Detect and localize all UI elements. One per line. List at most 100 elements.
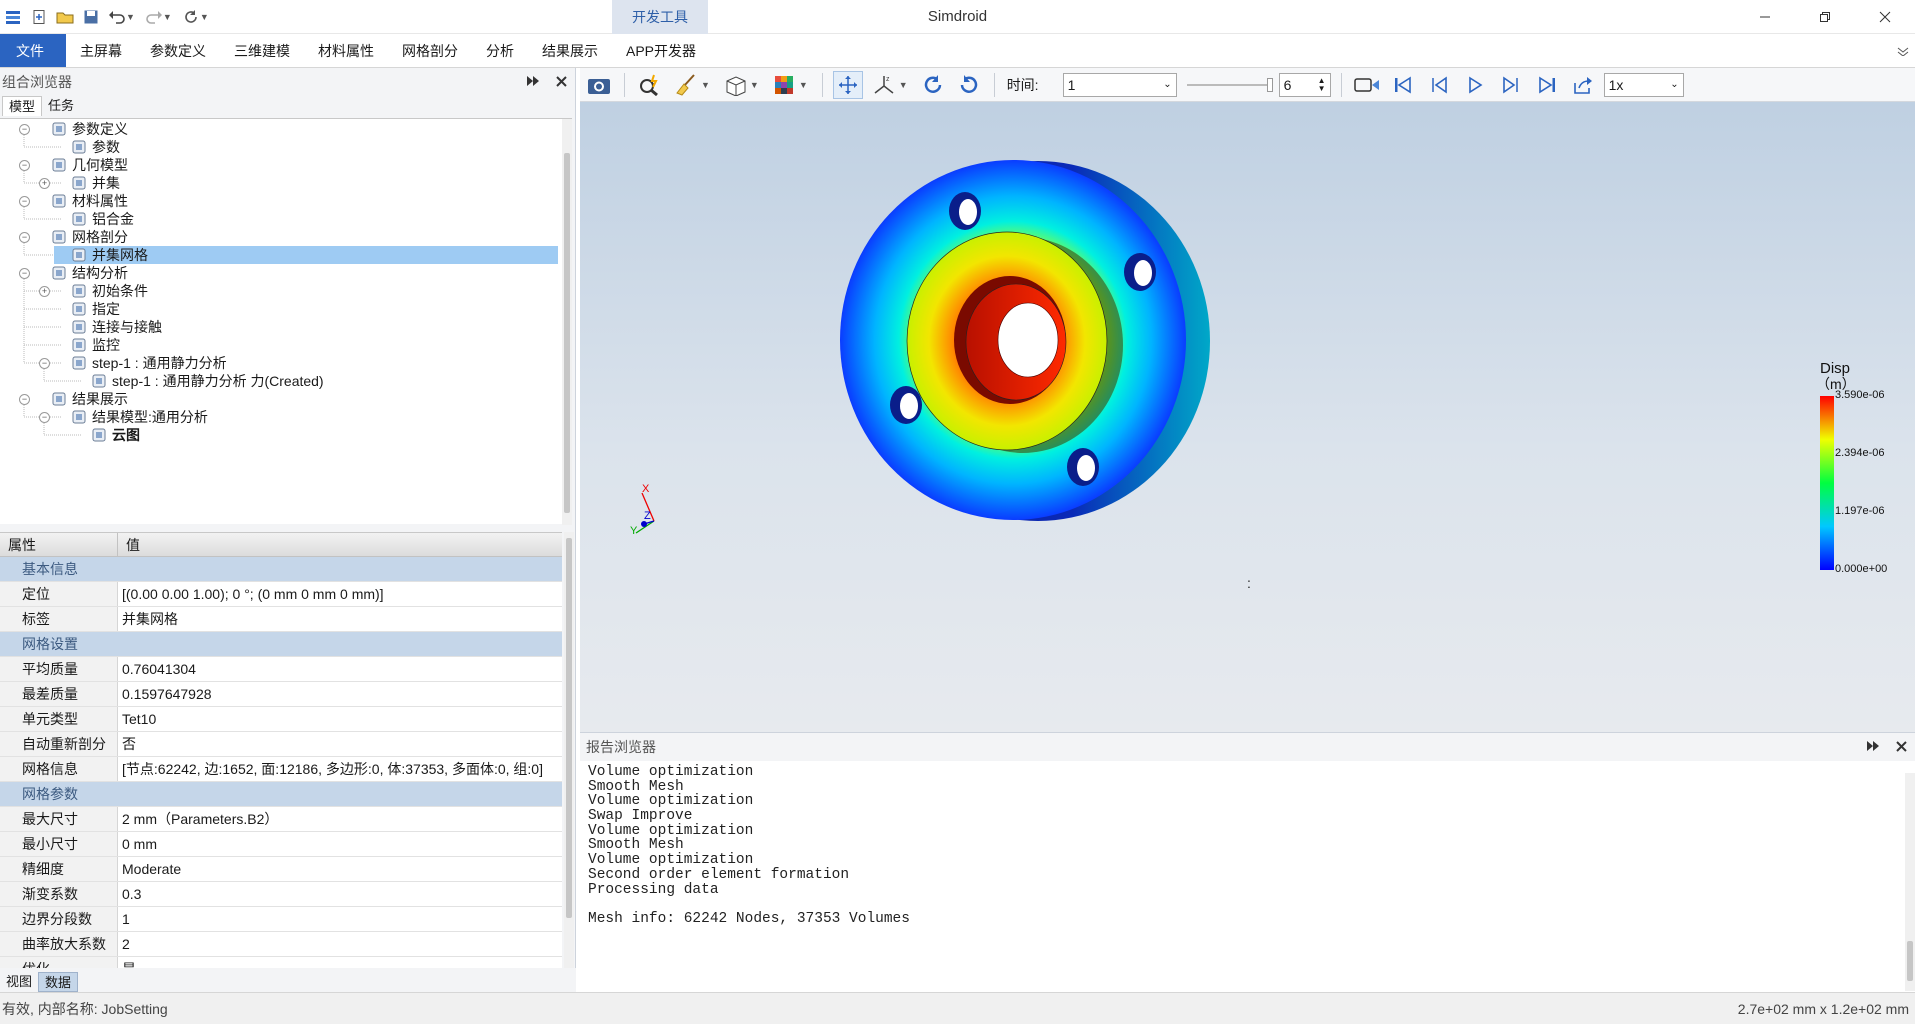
property-value[interactable]: 2 xyxy=(118,932,130,956)
close-icon[interactable] xyxy=(1855,0,1915,34)
minimize-icon[interactable] xyxy=(1735,0,1795,34)
property-value[interactable]: Moderate xyxy=(118,857,181,881)
rotate-cw-icon[interactable] xyxy=(918,71,948,99)
menu-3d-modeling[interactable]: 三维建模 xyxy=(220,34,304,67)
tab-view[interactable]: 视图 xyxy=(0,972,38,992)
menu-parameters[interactable]: 参数定义 xyxy=(136,34,220,67)
property-value[interactable]: [(0.00 0.00 1.00); 0 °; (0 mm 0 mm 0 mm)… xyxy=(118,582,384,606)
clear-dropdown-icon[interactable]: ▼ xyxy=(701,80,710,90)
undo-icon[interactable] xyxy=(106,6,128,28)
refresh-icon[interactable] xyxy=(180,6,202,28)
property-row[interactable]: ›网格信息[节点:62242, 边:1652, 面:12186, 多边形:0, … xyxy=(0,757,562,782)
rotate-ccw-icon[interactable] xyxy=(954,71,984,99)
next-frame-icon[interactable] xyxy=(1496,71,1526,99)
menu-analysis[interactable]: 分析 xyxy=(472,34,528,67)
restore-icon[interactable] xyxy=(1795,0,1855,34)
collapse-toggle-icon[interactable]: − xyxy=(19,123,30,135)
tab-model[interactable]: 模型 xyxy=(2,96,43,116)
view-dropdown-icon[interactable]: ▼ xyxy=(750,80,759,90)
property-row[interactable]: 优化是 xyxy=(0,957,562,968)
undo-dropdown-icon[interactable]: ▼ xyxy=(126,12,135,22)
property-value[interactable]: 0.3 xyxy=(118,882,141,906)
tree-item[interactable]: 并集网格 xyxy=(54,246,558,264)
tab-data[interactable]: 数据 xyxy=(38,972,79,992)
property-value[interactable]: [节点:62242, 边:1652, 面:12186, 多边形:0, 体:373… xyxy=(118,757,543,781)
property-row[interactable]: 标签 并集网格 xyxy=(0,607,562,632)
report-float-icon[interactable] xyxy=(1866,739,1880,755)
property-row[interactable]: 最差质量 0.1597647928 xyxy=(0,682,562,707)
speed-select[interactable]: 1x ⌄ xyxy=(1603,72,1684,97)
ribbon-collapse-icon[interactable] xyxy=(1897,44,1909,59)
property-row[interactable]: 边界分段数 1 xyxy=(0,907,562,932)
property-value[interactable]: 并集网格 xyxy=(118,607,178,631)
menu-app-dev[interactable]: APP开发器 xyxy=(612,34,710,67)
property-value[interactable]: Tet10 xyxy=(118,707,156,731)
clear-broom-icon[interactable] xyxy=(671,71,701,99)
property-value[interactable]: 0 mm xyxy=(118,832,157,856)
open-folder-icon[interactable] xyxy=(54,6,76,28)
report-log[interactable]: Volume optimization Smooth Mesh Volume opt… xyxy=(580,761,1915,927)
pan-move-icon[interactable] xyxy=(832,70,863,99)
menu-results[interactable]: 结果展示 xyxy=(528,34,612,67)
axis-orientation-icon[interactable]: z xyxy=(869,71,899,99)
expand-toggle-icon[interactable]: + xyxy=(39,177,50,189)
app-logo-icon[interactable] xyxy=(2,6,24,28)
record-video-icon[interactable] xyxy=(1352,71,1382,99)
time-select[interactable]: 1 ⌄ xyxy=(1062,72,1177,97)
menu-home[interactable]: 主屏幕 xyxy=(66,34,136,67)
property-row[interactable]: 精细度 Moderate xyxy=(0,857,562,882)
first-frame-icon[interactable] xyxy=(1388,71,1418,99)
property-row[interactable]: ›定位[(0.00 0.00 1.00); 0 °; (0 mm 0 mm 0 … xyxy=(0,582,562,607)
report-scrollbar[interactable] xyxy=(1905,773,1915,991)
collapse-toggle-icon[interactable]: − xyxy=(39,411,50,423)
property-value[interactable]: 0.1597647928 xyxy=(118,682,212,706)
screenshot-camera-icon[interactable] xyxy=(584,71,614,99)
report-close-icon[interactable] xyxy=(1896,739,1907,755)
last-frame-icon[interactable] xyxy=(1532,71,1562,99)
slider-handle[interactable] xyxy=(1266,77,1273,92)
property-scrollbar[interactable] xyxy=(564,532,574,968)
spinner-arrows-icon[interactable]: ▲ ▼ xyxy=(1318,76,1326,93)
float-panel-icon[interactable] xyxy=(526,74,540,90)
property-value[interactable]: 0.76041304 xyxy=(118,657,196,681)
collapse-toggle-icon[interactable]: − xyxy=(19,393,30,405)
previous-frame-icon[interactable] xyxy=(1424,71,1454,99)
property-row[interactable]: 最小尺寸 0 mm xyxy=(0,832,562,857)
step-spinner[interactable]: 6 ▲ ▼ xyxy=(1278,72,1331,97)
property-row[interactable]: 曲率放大系数 2 xyxy=(0,932,562,957)
display-dropdown-icon[interactable]: ▼ xyxy=(799,80,808,90)
panel-close-icon[interactable] xyxy=(556,74,567,90)
display-mode-icon[interactable] xyxy=(769,71,799,99)
play-icon[interactable] xyxy=(1460,71,1490,99)
collapse-toggle-icon[interactable]: − xyxy=(39,357,50,369)
property-row[interactable]: 单元类型 Tet10 xyxy=(0,707,562,732)
new-file-icon[interactable] xyxy=(28,6,50,28)
menu-mesh[interactable]: 网格剖分 xyxy=(388,34,472,67)
expand-toggle-icon[interactable]: + xyxy=(39,285,50,297)
collapse-toggle-icon[interactable]: − xyxy=(19,159,30,171)
collapse-toggle-icon[interactable]: − xyxy=(19,195,30,207)
zoom-fit-icon[interactable] xyxy=(635,71,665,99)
save-icon[interactable] xyxy=(80,6,102,28)
collapse-toggle-icon[interactable]: − xyxy=(19,267,30,279)
property-row[interactable]: 平均质量 0.76041304 xyxy=(0,657,562,682)
collapse-toggle-icon[interactable]: − xyxy=(19,231,30,243)
property-row[interactable]: 最大尺寸 2 mm（Parameters.B2） xyxy=(0,807,562,832)
3d-viewport[interactable]: Disp （m） 3.590e-06 2.394e-06 1.197e-06 0… xyxy=(580,102,1915,732)
redo-icon[interactable] xyxy=(143,6,165,28)
view-cube-icon[interactable] xyxy=(720,71,750,99)
tree-scrollbar[interactable] xyxy=(562,119,572,525)
dev-tools-tab[interactable]: 开发工具 xyxy=(612,0,708,34)
flange-contour-render[interactable]: Disp （m） 3.590e-06 2.394e-06 1.197e-06 0… xyxy=(580,102,1915,732)
axis-dropdown-icon[interactable]: ▼ xyxy=(899,80,908,90)
menu-file[interactable]: 文件 xyxy=(0,34,66,67)
property-value[interactable]: 是 xyxy=(118,957,136,968)
menu-material[interactable]: 材料属性 xyxy=(304,34,388,67)
tab-task[interactable]: 任务 xyxy=(42,96,80,116)
property-value[interactable]: 2 mm（Parameters.B2） xyxy=(118,807,278,831)
redo-dropdown-icon[interactable]: ▼ xyxy=(163,12,172,22)
time-slider[interactable] xyxy=(1186,75,1273,95)
customize-qat-icon[interactable]: ▼ xyxy=(200,12,209,22)
export-animation-icon[interactable] xyxy=(1568,71,1598,99)
property-row[interactable]: 渐变系数 0.3 xyxy=(0,882,562,907)
